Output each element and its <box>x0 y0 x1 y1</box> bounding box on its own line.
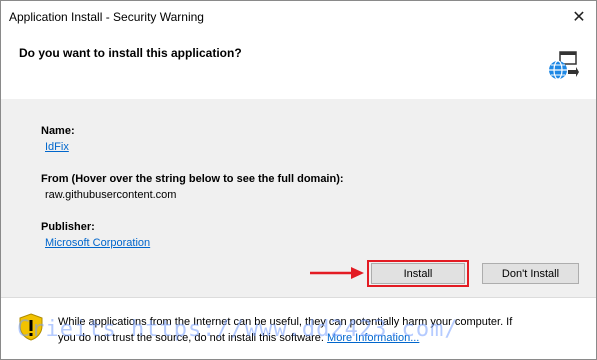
warning-footer: While applications from the Internet can… <box>1 297 596 359</box>
window-title: Application Install - Security Warning <box>9 10 204 24</box>
publisher-label: Publisher: <box>41 221 95 233</box>
warning-line-1: While applications from the Internet can… <box>58 316 513 328</box>
dont-install-button[interactable]: Don't Install <box>482 263 579 284</box>
install-button[interactable]: Install <box>371 263 465 284</box>
details-panel: Name: IdFix From (Hover over the string … <box>1 99 596 297</box>
install-question: Do you want to install this application? <box>19 46 242 60</box>
from-domain[interactable]: raw.githubusercontent.com <box>45 189 176 201</box>
name-label: Name: <box>41 125 75 137</box>
application-install-icon <box>549 51 579 80</box>
security-warning-dialog: Application Install - Security Warning ✕… <box>0 0 597 360</box>
name-link[interactable]: IdFix <box>45 141 69 153</box>
shield-warning-icon <box>19 313 43 341</box>
more-information-link[interactable]: More Information... <box>327 332 419 344</box>
close-button[interactable]: ✕ <box>562 1 596 33</box>
warning-line-2: you do not trust the source, do not inst… <box>58 332 324 344</box>
title-bar: Application Install - Security Warning ✕ <box>1 1 596 33</box>
from-label: From (Hover over the string below to see… <box>41 173 344 185</box>
warning-text: While applications from the Internet can… <box>58 314 568 346</box>
publisher-link[interactable]: Microsoft Corporation <box>45 237 150 249</box>
annotation-arrow <box>310 267 364 279</box>
close-icon: ✕ <box>572 9 586 26</box>
dialog-header: Do you want to install this application? <box>1 33 596 99</box>
